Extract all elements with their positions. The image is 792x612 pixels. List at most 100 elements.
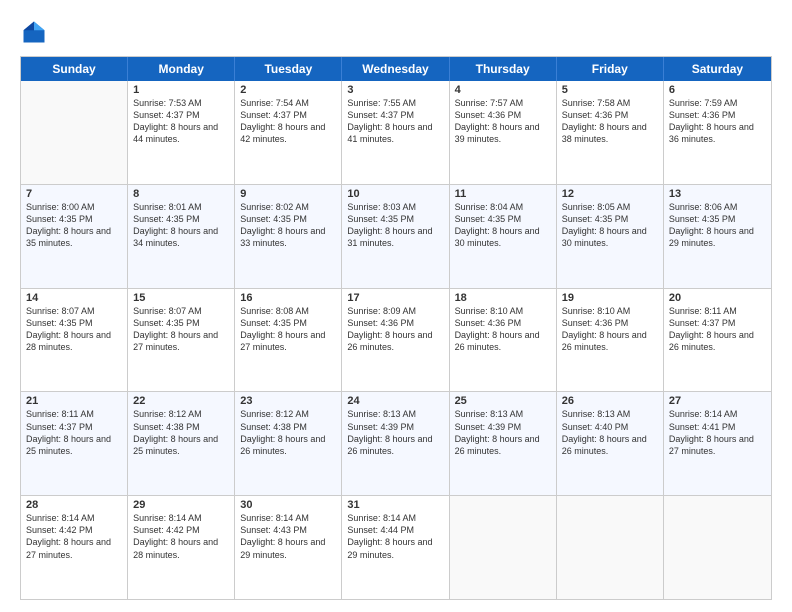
cell-info: Sunrise: 8:10 AMSunset: 4:36 PMDaylight:…: [455, 305, 551, 354]
day-number: 30: [240, 499, 336, 511]
day-number: 28: [26, 499, 122, 511]
day-number: 9: [240, 188, 336, 200]
calendar-row-0: 1Sunrise: 7:53 AMSunset: 4:37 PMDaylight…: [21, 81, 771, 185]
cell-info: Sunrise: 7:53 AMSunset: 4:37 PMDaylight:…: [133, 97, 229, 146]
day-number: 6: [669, 84, 766, 96]
calendar-cell-r3c3: 24Sunrise: 8:13 AMSunset: 4:39 PMDayligh…: [342, 392, 449, 495]
cell-info: Sunrise: 8:09 AMSunset: 4:36 PMDaylight:…: [347, 305, 443, 354]
calendar-cell-r0c0: [21, 81, 128, 184]
day-header-friday: Friday: [557, 57, 664, 81]
cell-info: Sunrise: 8:08 AMSunset: 4:35 PMDaylight:…: [240, 305, 336, 354]
calendar-cell-r3c5: 26Sunrise: 8:13 AMSunset: 4:40 PMDayligh…: [557, 392, 664, 495]
cell-info: Sunrise: 8:14 AMSunset: 4:42 PMDaylight:…: [133, 512, 229, 561]
day-number: 11: [455, 188, 551, 200]
calendar-cell-r1c3: 10Sunrise: 8:03 AMSunset: 4:35 PMDayligh…: [342, 185, 449, 288]
day-number: 7: [26, 188, 122, 200]
day-number: 10: [347, 188, 443, 200]
cell-info: Sunrise: 8:06 AMSunset: 4:35 PMDaylight:…: [669, 201, 766, 250]
header: [20, 18, 772, 46]
calendar-row-4: 28Sunrise: 8:14 AMSunset: 4:42 PMDayligh…: [21, 496, 771, 599]
calendar-cell-r4c6: [664, 496, 771, 599]
calendar-cell-r2c1: 15Sunrise: 8:07 AMSunset: 4:35 PMDayligh…: [128, 289, 235, 392]
day-number: 4: [455, 84, 551, 96]
calendar-cell-r0c6: 6Sunrise: 7:59 AMSunset: 4:36 PMDaylight…: [664, 81, 771, 184]
cell-info: Sunrise: 7:58 AMSunset: 4:36 PMDaylight:…: [562, 97, 658, 146]
calendar-cell-r0c3: 3Sunrise: 7:55 AMSunset: 4:37 PMDaylight…: [342, 81, 449, 184]
calendar-cell-r2c6: 20Sunrise: 8:11 AMSunset: 4:37 PMDayligh…: [664, 289, 771, 392]
cell-info: Sunrise: 8:13 AMSunset: 4:39 PMDaylight:…: [347, 408, 443, 457]
calendar-row-1: 7Sunrise: 8:00 AMSunset: 4:35 PMDaylight…: [21, 185, 771, 289]
day-number: 2: [240, 84, 336, 96]
day-header-tuesday: Tuesday: [235, 57, 342, 81]
calendar-cell-r3c4: 25Sunrise: 8:13 AMSunset: 4:39 PMDayligh…: [450, 392, 557, 495]
day-number: 1: [133, 84, 229, 96]
day-number: 25: [455, 395, 551, 407]
day-number: 26: [562, 395, 658, 407]
calendar-cell-r1c5: 12Sunrise: 8:05 AMSunset: 4:35 PMDayligh…: [557, 185, 664, 288]
cell-info: Sunrise: 8:05 AMSunset: 4:35 PMDaylight:…: [562, 201, 658, 250]
day-number: 21: [26, 395, 122, 407]
day-number: 31: [347, 499, 443, 511]
day-header-monday: Monday: [128, 57, 235, 81]
day-number: 18: [455, 292, 551, 304]
page: SundayMondayTuesdayWednesdayThursdayFrid…: [0, 0, 792, 612]
cell-info: Sunrise: 7:57 AMSunset: 4:36 PMDaylight:…: [455, 97, 551, 146]
calendar-cell-r1c1: 8Sunrise: 8:01 AMSunset: 4:35 PMDaylight…: [128, 185, 235, 288]
cell-info: Sunrise: 8:14 AMSunset: 4:41 PMDaylight:…: [669, 408, 766, 457]
cell-info: Sunrise: 8:03 AMSunset: 4:35 PMDaylight:…: [347, 201, 443, 250]
cell-info: Sunrise: 8:01 AMSunset: 4:35 PMDaylight:…: [133, 201, 229, 250]
calendar: SundayMondayTuesdayWednesdayThursdayFrid…: [20, 56, 772, 600]
cell-info: Sunrise: 7:54 AMSunset: 4:37 PMDaylight:…: [240, 97, 336, 146]
day-number: 27: [669, 395, 766, 407]
day-header-wednesday: Wednesday: [342, 57, 449, 81]
calendar-row-3: 21Sunrise: 8:11 AMSunset: 4:37 PMDayligh…: [21, 392, 771, 496]
cell-info: Sunrise: 8:13 AMSunset: 4:40 PMDaylight:…: [562, 408, 658, 457]
calendar-cell-r2c5: 19Sunrise: 8:10 AMSunset: 4:36 PMDayligh…: [557, 289, 664, 392]
cell-info: Sunrise: 8:11 AMSunset: 4:37 PMDaylight:…: [669, 305, 766, 354]
calendar-cell-r2c2: 16Sunrise: 8:08 AMSunset: 4:35 PMDayligh…: [235, 289, 342, 392]
calendar-cell-r0c2: 2Sunrise: 7:54 AMSunset: 4:37 PMDaylight…: [235, 81, 342, 184]
calendar-cell-r4c1: 29Sunrise: 8:14 AMSunset: 4:42 PMDayligh…: [128, 496, 235, 599]
day-number: 5: [562, 84, 658, 96]
cell-info: Sunrise: 8:13 AMSunset: 4:39 PMDaylight:…: [455, 408, 551, 457]
calendar-cell-r4c3: 31Sunrise: 8:14 AMSunset: 4:44 PMDayligh…: [342, 496, 449, 599]
cell-info: Sunrise: 8:07 AMSunset: 4:35 PMDaylight:…: [133, 305, 229, 354]
day-number: 12: [562, 188, 658, 200]
calendar-cell-r0c5: 5Sunrise: 7:58 AMSunset: 4:36 PMDaylight…: [557, 81, 664, 184]
day-number: 13: [669, 188, 766, 200]
calendar-cell-r1c0: 7Sunrise: 8:00 AMSunset: 4:35 PMDaylight…: [21, 185, 128, 288]
day-header-thursday: Thursday: [450, 57, 557, 81]
cell-info: Sunrise: 8:10 AMSunset: 4:36 PMDaylight:…: [562, 305, 658, 354]
logo: [20, 18, 52, 46]
calendar-cell-r3c6: 27Sunrise: 8:14 AMSunset: 4:41 PMDayligh…: [664, 392, 771, 495]
cell-info: Sunrise: 8:04 AMSunset: 4:35 PMDaylight:…: [455, 201, 551, 250]
cell-info: Sunrise: 8:02 AMSunset: 4:35 PMDaylight:…: [240, 201, 336, 250]
day-number: 24: [347, 395, 443, 407]
day-number: 16: [240, 292, 336, 304]
cell-info: Sunrise: 8:11 AMSunset: 4:37 PMDaylight:…: [26, 408, 122, 457]
day-number: 29: [133, 499, 229, 511]
calendar-cell-r2c0: 14Sunrise: 8:07 AMSunset: 4:35 PMDayligh…: [21, 289, 128, 392]
day-number: 20: [669, 292, 766, 304]
calendar-cell-r4c5: [557, 496, 664, 599]
day-header-saturday: Saturday: [664, 57, 771, 81]
calendar-cell-r4c0: 28Sunrise: 8:14 AMSunset: 4:42 PMDayligh…: [21, 496, 128, 599]
calendar-cell-r2c4: 18Sunrise: 8:10 AMSunset: 4:36 PMDayligh…: [450, 289, 557, 392]
cell-info: Sunrise: 8:07 AMSunset: 4:35 PMDaylight:…: [26, 305, 122, 354]
day-number: 14: [26, 292, 122, 304]
calendar-header: SundayMondayTuesdayWednesdayThursdayFrid…: [21, 57, 771, 81]
calendar-cell-r1c2: 9Sunrise: 8:02 AMSunset: 4:35 PMDaylight…: [235, 185, 342, 288]
calendar-cell-r0c4: 4Sunrise: 7:57 AMSunset: 4:36 PMDaylight…: [450, 81, 557, 184]
calendar-cell-r1c4: 11Sunrise: 8:04 AMSunset: 4:35 PMDayligh…: [450, 185, 557, 288]
cell-info: Sunrise: 7:59 AMSunset: 4:36 PMDaylight:…: [669, 97, 766, 146]
cell-info: Sunrise: 8:14 AMSunset: 4:44 PMDaylight:…: [347, 512, 443, 561]
calendar-row-2: 14Sunrise: 8:07 AMSunset: 4:35 PMDayligh…: [21, 289, 771, 393]
calendar-body: 1Sunrise: 7:53 AMSunset: 4:37 PMDaylight…: [21, 81, 771, 599]
cell-info: Sunrise: 8:14 AMSunset: 4:42 PMDaylight:…: [26, 512, 122, 561]
calendar-cell-r1c6: 13Sunrise: 8:06 AMSunset: 4:35 PMDayligh…: [664, 185, 771, 288]
day-number: 23: [240, 395, 336, 407]
calendar-cell-r0c1: 1Sunrise: 7:53 AMSunset: 4:37 PMDaylight…: [128, 81, 235, 184]
cell-info: Sunrise: 8:14 AMSunset: 4:43 PMDaylight:…: [240, 512, 336, 561]
cell-info: Sunrise: 8:12 AMSunset: 4:38 PMDaylight:…: [240, 408, 336, 457]
calendar-cell-r4c4: [450, 496, 557, 599]
